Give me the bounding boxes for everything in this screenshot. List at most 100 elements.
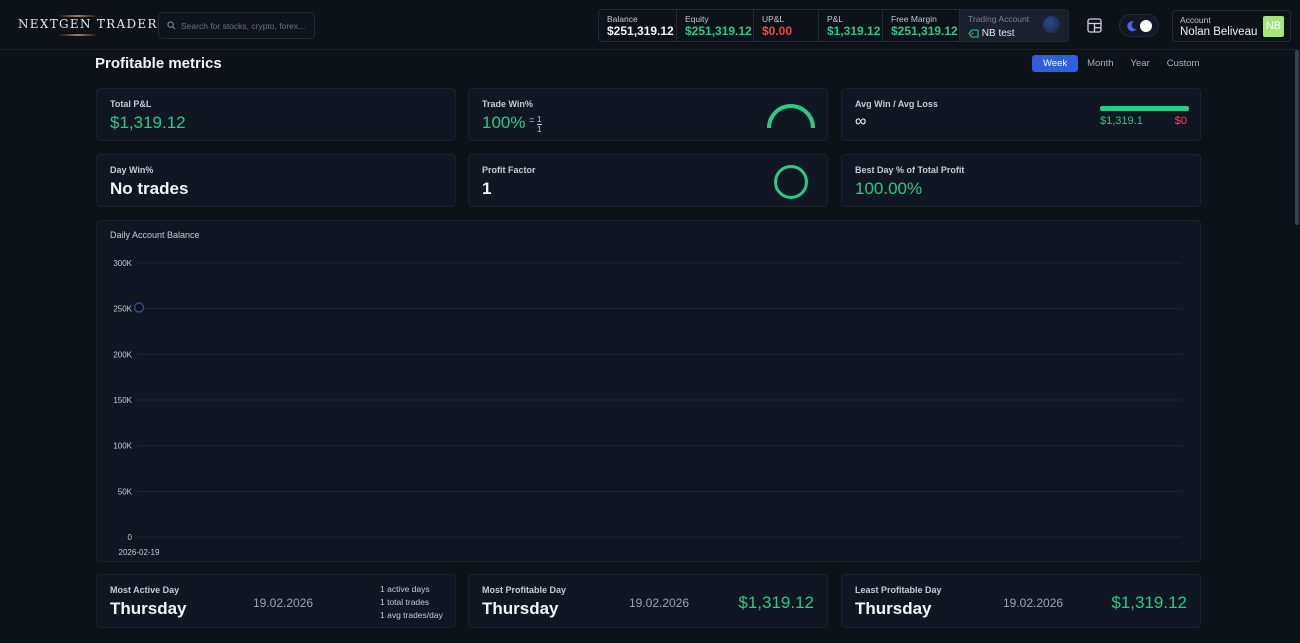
trade-win-fraction: = 1 1 (529, 115, 542, 134)
most-profitable-date: 19.02.2026 (629, 596, 690, 610)
win-loss-ratio-bar (1100, 106, 1189, 111)
page-title: Profitable metrics (95, 55, 222, 72)
win-rate-gauge (767, 104, 815, 129)
profit-factor-title: Profit Factor (482, 165, 536, 175)
stat-pl: P&L $1,319.12 (819, 10, 883, 41)
stat-balance-label: Balance (607, 14, 638, 24)
search-icon (167, 21, 176, 30)
stat-equity-label: Equity (685, 14, 709, 24)
ring-circle (774, 165, 808, 199)
profit-factor-value: 1 (482, 179, 492, 198)
tag-icon (968, 29, 979, 38)
page-scrollbar[interactable] (1294, 50, 1300, 643)
y-tick-label: 150K (113, 396, 132, 405)
period-tabs: Week Month Year Custom (1031, 55, 1207, 72)
balance-point[interactable] (133, 302, 145, 313)
y-tick-label: 100K (113, 442, 132, 451)
avg-win-loss-title: Avg Win / Avg Loss (855, 99, 938, 109)
most-profitable-day-card: Most Profitable Day Thursday 19.02.2026 … (468, 574, 828, 628)
avg-loss-amount: $0 (1174, 115, 1187, 127)
least-profitable-title: Least Profitable Day (855, 585, 942, 595)
trading-account-value: NB test (981, 28, 1015, 39)
stat-free-margin-value: $251,319.12 (891, 24, 958, 38)
trade-win-value: 100% (482, 113, 526, 132)
x-tick-label: 2026-02-19 (119, 548, 160, 557)
most-profitable-day: Thursday (482, 599, 559, 618)
stat-free-margin-label: Free Margin (891, 14, 937, 24)
trade-win-title: Trade Win% (482, 99, 533, 109)
day-win-title: Day Win% (110, 165, 154, 175)
y-tick-label: 300K (113, 259, 132, 268)
best-day-title: Best Day % of Total Profit (855, 165, 965, 175)
best-day-card: Best Day % of Total Profit 100.00% (841, 154, 1201, 207)
least-profitable-day-card: Least Profitable Day Thursday 19.02.2026… (841, 574, 1201, 628)
theme-toggle[interactable] (1119, 14, 1159, 37)
gauge-arc (767, 104, 815, 129)
least-profitable-day: Thursday (855, 599, 932, 618)
stat-balance: Balance $251,319.12 (599, 10, 677, 41)
active-days-info: 1 active days (380, 584, 430, 594)
most-profitable-amount: $1,319.12 (738, 593, 814, 612)
account-name: Nolan Beliveau (1180, 26, 1258, 38)
least-profitable-amount: $1,319.12 (1111, 593, 1187, 612)
most-profitable-title: Most Profitable Day (482, 585, 567, 595)
account-stats: Balance $251,319.12 Equity $251,319.12 U… (598, 9, 1069, 42)
top-bar: NEXTGEN TRADER Balance $251,319.12 Equit… (0, 0, 1300, 50)
y-tick-label: 0 (128, 533, 133, 542)
profit-factor-ring (774, 165, 808, 199)
avg-trades-info: 1 avg trades/day (380, 610, 443, 620)
logo-ornament-bottom (58, 34, 98, 36)
trade-win-card: Trade Win% 100% = 1 1 (468, 88, 828, 141)
day-win-value: No trades (110, 179, 189, 198)
moon-icon (1127, 21, 1137, 32)
total-pl-value: $1,319.12 (110, 113, 186, 132)
day-win-card: Day Win% No trades (96, 154, 456, 207)
profit-factor-card: Profit Factor 1 (468, 154, 828, 207)
least-profitable-date: 19.02.2026 (1003, 596, 1064, 610)
fraction-denominator: 1 (537, 125, 542, 134)
stat-free-margin: Free Margin $251,319.12 (883, 10, 960, 41)
stat-balance-value: $251,319.12 (607, 24, 674, 38)
tab-week[interactable]: Week (1032, 55, 1079, 72)
account-label: Account (1180, 15, 1211, 25)
layout-grid-icon[interactable] (1086, 17, 1104, 35)
avg-win-loss-card: Avg Win / Avg Loss ∞ $1,319.1 $0 (841, 88, 1201, 141)
y-tick-label: 250K (113, 305, 132, 314)
total-pl-title: Total P&L (110, 99, 152, 109)
avg-win-loss-value: ∞ (855, 113, 867, 130)
chart-canvas: 0 50K 100K 150K 200K 250K 300K 2026-02-19 (113, 259, 1182, 557)
fraction-equals: = (529, 115, 535, 125)
stat-pl-label: P&L (827, 14, 844, 24)
avg-win-amount: $1,319.1 (1100, 115, 1143, 127)
logo-text: NEXTGEN TRADER (18, 17, 158, 31)
account-menu[interactable]: Account Nolan Beliveau NB (1172, 10, 1291, 42)
tab-year[interactable]: Year (1123, 55, 1158, 72)
total-trades-info: 1 total trades (380, 597, 430, 607)
search-input[interactable] (181, 13, 311, 38)
avatar: NB (1263, 16, 1284, 37)
stat-equity: Equity $251,319.12 (677, 10, 754, 41)
logo[interactable]: NEXTGEN TRADER (18, 12, 156, 38)
toggle-knob (1140, 20, 1152, 32)
most-active-day: Thursday (110, 599, 187, 618)
tab-custom[interactable]: Custom (1159, 55, 1208, 72)
stat-pl-value: $1,319.12 (827, 24, 881, 38)
y-tick-label: 50K (118, 487, 133, 496)
stat-upl-value: $0.00 (762, 24, 793, 38)
daily-balance-chart: Daily Account Balance 0 50K 100K 150K 200K 25… (96, 220, 1201, 562)
search-box[interactable] (158, 12, 315, 39)
total-pl-card: Total P&L $1,319.12 (96, 88, 456, 141)
best-day-value: 100.00% (855, 179, 923, 198)
y-tick-label: 200K (113, 350, 132, 359)
most-active-title: Most Active Day (110, 585, 180, 595)
most-active-day-card: Most Active Day Thursday 19.02.2026 1 ac… (96, 574, 456, 628)
stat-upl: UP&L $0.00 (754, 10, 819, 41)
stat-upl-label: UP&L (762, 14, 785, 24)
broker-badge-icon (1043, 16, 1060, 33)
scrollbar-thumb[interactable] (1295, 50, 1299, 225)
tab-month[interactable]: Month (1079, 55, 1121, 72)
trading-account-selector[interactable]: Trading Account NB test (960, 10, 1068, 41)
most-active-date: 19.02.2026 (253, 596, 314, 610)
stat-equity-value: $251,319.12 (685, 24, 752, 38)
fraction-numerator: 1 (537, 115, 542, 124)
